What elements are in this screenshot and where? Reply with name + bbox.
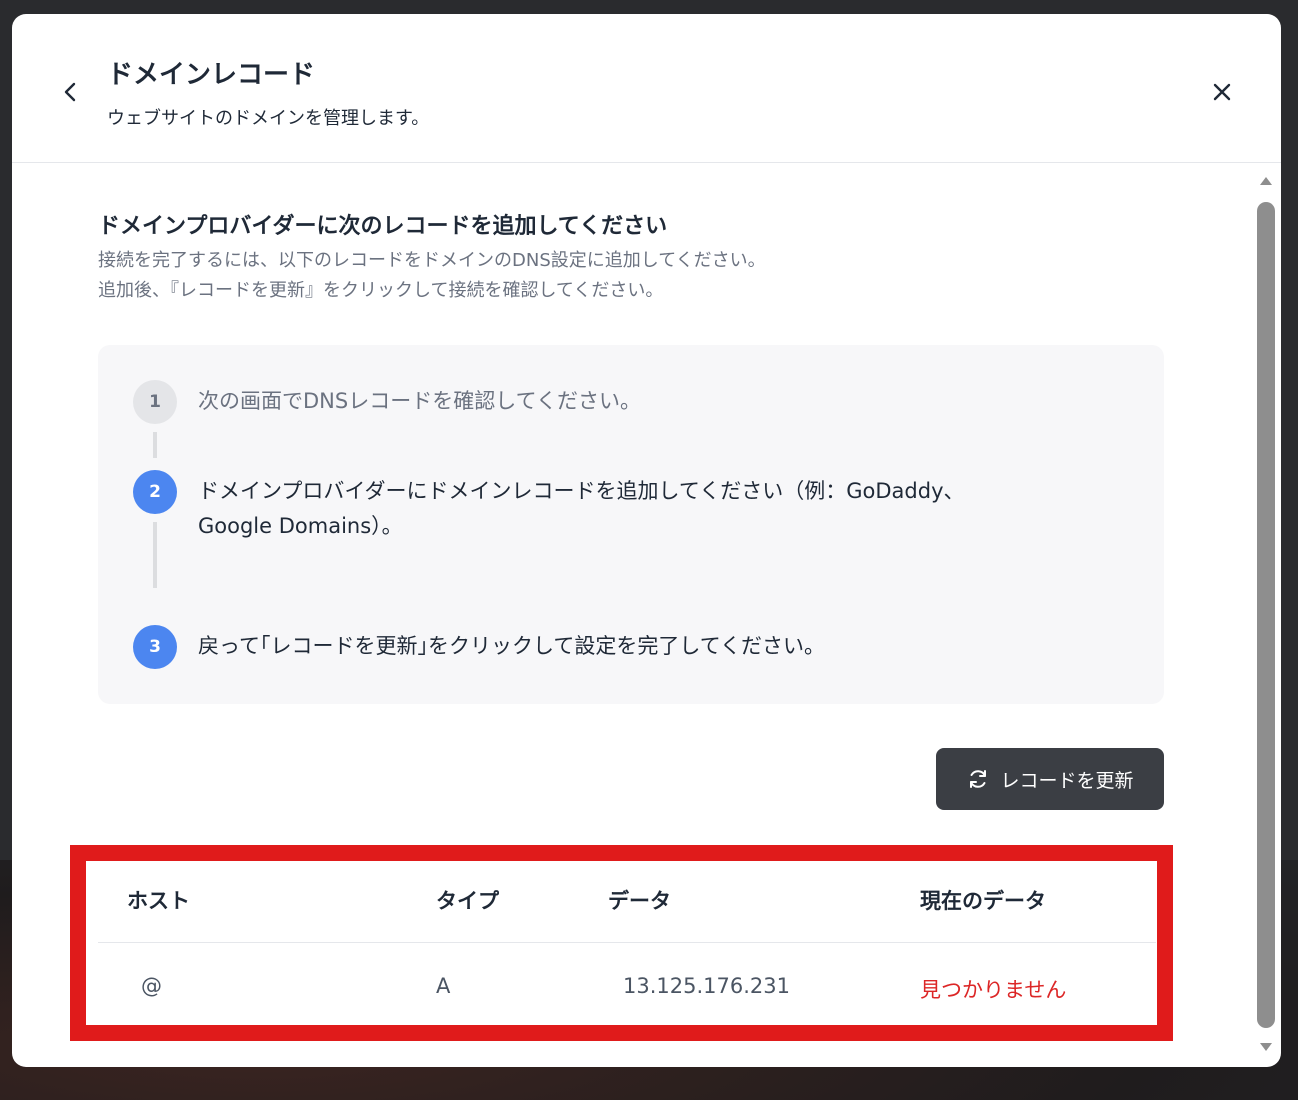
back-button[interactable] — [56, 76, 84, 108]
chevron-left-icon — [64, 82, 76, 102]
refresh-records-button[interactable]: レコードを更新 — [936, 748, 1164, 810]
section-title: ドメインプロバイダーに次のレコードを追加してください — [98, 214, 668, 239]
scroll-thumb[interactable] — [1257, 202, 1275, 1028]
section-description-line-2: 追加後、『レコードを更新』をクリックして接続を確認してください。 — [98, 280, 664, 301]
step-2-text-line-2: Google Domains）。 — [198, 514, 403, 538]
section-description-line-1: 接続を完了するには、以下のレコードをドメインのDNS設定に追加してください。 — [98, 250, 766, 271]
column-data: データ — [608, 889, 671, 913]
step-connector-2 — [153, 522, 157, 588]
step-2-number: 2 — [133, 470, 177, 514]
triangle-down-icon — [1260, 1043, 1272, 1051]
vertical-scrollbar[interactable] — [1254, 174, 1278, 1067]
page-subtitle: ウェブサイトのドメインを管理します。 — [107, 108, 430, 129]
steps-panel: 1 次の画面でDNSレコードを確認してください。 2 ドメインプロバイダーにドメ… — [98, 345, 1164, 704]
dns-records-table: ホスト タイプ データ 現在のデータ @ A 13.125.176.231 見つ… — [70, 845, 1173, 1041]
column-current-data: 現在のデータ — [920, 889, 1046, 913]
domain-records-modal: ドメインレコード ウェブサイトのドメインを管理します。 ドメインプロバイダーに次… — [12, 14, 1281, 1067]
step-1-text: 次の画面でDNSレコードを確認してください。 — [198, 389, 641, 413]
step-2-text: ドメインプロバイダーにドメインレコードを追加してください（例：GoDaddy、 … — [198, 474, 1098, 544]
refresh-icon — [970, 770, 987, 788]
modal-content: ドメインプロバイダーに次のレコードを追加してください 接続を完了するには、以下の… — [12, 164, 1252, 1067]
close-icon — [1213, 83, 1231, 101]
step-2-text-line-1: ドメインプロバイダーにドメインレコードを追加してください（例：GoDaddy、 — [198, 479, 965, 503]
step-1-number: 1 — [133, 380, 177, 424]
scroll-up-arrow[interactable] — [1258, 174, 1274, 188]
page-title: ドメインレコード — [107, 60, 316, 90]
cell-data: 13.125.176.231 — [623, 974, 790, 998]
step-3-text: 戻って｢レコードを更新｣をクリックして設定を完了してください。 — [198, 634, 826, 658]
step-connector-1 — [153, 432, 157, 458]
step-3-number: 3 — [133, 625, 177, 669]
modal-header: ドメインレコード ウェブサイトのドメインを管理します。 — [12, 14, 1281, 163]
close-button[interactable] — [1207, 76, 1237, 108]
cell-current-data: 見つかりません — [920, 978, 1067, 1002]
scroll-down-arrow[interactable] — [1258, 1040, 1274, 1054]
column-type: タイプ — [436, 889, 499, 913]
column-host: ホスト — [127, 889, 190, 913]
triangle-up-icon — [1260, 177, 1272, 185]
cell-type: A — [436, 974, 451, 998]
refresh-records-label: レコードを更新 — [1000, 769, 1134, 792]
cell-host: @ — [141, 974, 162, 998]
section-description: 接続を完了するには、以下のレコードをドメインのDNS設定に追加してください。 追… — [98, 246, 998, 306]
